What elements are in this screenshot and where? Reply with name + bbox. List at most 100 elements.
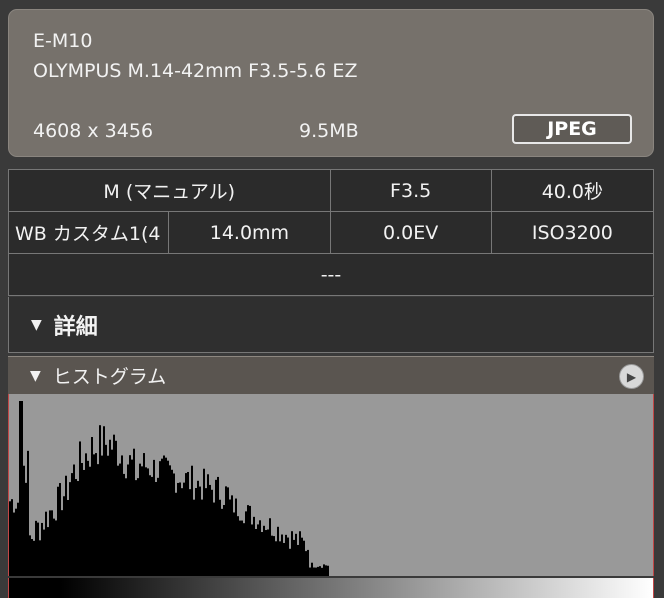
lens-name: OLYMPUS M.14-42mm F3.5-5.6 EZ (33, 60, 358, 82)
histogram-bar (21, 401, 23, 576)
histogram-bar (89, 466, 91, 576)
collapse-triangle-icon: ▼ (31, 316, 42, 333)
histogram-bar (301, 537, 303, 576)
histogram-bar (281, 534, 283, 576)
histogram-bar (319, 566, 321, 576)
histogram-bar (171, 469, 173, 576)
histogram-bar (253, 516, 255, 576)
histogram-bar (273, 536, 275, 576)
histogram-bar (115, 440, 117, 576)
histogram-bar (177, 482, 179, 576)
histogram-area (8, 394, 654, 576)
histogram-bar (131, 459, 133, 576)
histogram-bar (13, 512, 15, 576)
histogram-bar (183, 482, 185, 576)
histogram-bar (69, 482, 71, 576)
shutter-speed: 40.0秒 (541, 181, 604, 203)
histogram-bar (303, 540, 305, 576)
histogram-bar (135, 480, 137, 576)
histogram-bar (87, 460, 89, 576)
histogram-bar (77, 481, 79, 576)
histogram-bar (203, 468, 205, 576)
camera-model: E-M10 (33, 30, 93, 52)
histogram-bar (249, 505, 251, 576)
histogram-bar (255, 528, 257, 576)
histogram-bar (313, 567, 315, 576)
details-section-header[interactable]: ▼ 詳細 (8, 297, 654, 353)
histogram-bar (113, 434, 115, 576)
histogram-bar (291, 531, 293, 576)
histogram-bar (17, 502, 19, 576)
histogram-bar (129, 455, 131, 576)
shooting-mode: M (マニュアル) (9, 170, 331, 211)
histogram-bar (73, 464, 75, 576)
histogram-bar (295, 533, 297, 576)
histogram-chart (9, 401, 329, 576)
histogram-bar (223, 504, 225, 576)
image-resolution: 4608 x 3456 (33, 120, 154, 142)
histogram-bar (257, 524, 259, 576)
exif-row-1: M (マニュアル) F3.5 40.0秒 (9, 170, 653, 212)
histogram-bar (93, 454, 95, 576)
histogram-bar (235, 498, 237, 576)
histogram-bar (81, 462, 83, 576)
histogram-bar (277, 526, 279, 576)
histogram-bar (315, 567, 317, 576)
histogram-bar (229, 499, 231, 576)
histogram-bar (97, 464, 99, 576)
histogram-bar (57, 486, 59, 576)
histogram-bar (25, 482, 27, 576)
histogram-bar (261, 531, 263, 576)
histogram-bar (197, 480, 199, 576)
histogram-bar (233, 512, 235, 576)
histogram-bar (237, 516, 239, 576)
histogram-bar (31, 539, 33, 576)
white-balance: WB カスタム1(4 (9, 212, 170, 253)
histogram-bar (137, 478, 139, 576)
histogram-bar (65, 475, 67, 576)
histogram-bar (19, 401, 21, 576)
play-icon[interactable]: ▶ (619, 364, 644, 389)
histogram-bar (149, 475, 151, 576)
histogram-bars (9, 401, 329, 576)
histogram-bar (283, 542, 285, 576)
histogram-bar (103, 426, 105, 576)
histogram-bar (145, 467, 147, 576)
exposure-compensation: 0.0EV (331, 212, 492, 253)
histogram-bar (219, 499, 221, 576)
histogram-bar (43, 529, 45, 576)
histogram-bar (61, 510, 63, 576)
histogram-bar (207, 474, 209, 576)
histogram-bar (165, 457, 167, 576)
histogram-bar (139, 463, 141, 576)
exif-row-2: WB カスタム1(4 14.0mm 0.0EV ISO3200 (9, 212, 653, 254)
histogram-bar (75, 479, 77, 576)
histogram-section-header[interactable]: ▼ ヒストグラム ▶ (8, 356, 654, 394)
histogram-bar (167, 460, 169, 576)
histogram-bar (151, 476, 153, 576)
histogram-bar (293, 539, 295, 576)
collapse-triangle-icon: ▼ (30, 367, 41, 384)
histogram-bar (241, 520, 243, 576)
format-badge: JPEG (512, 114, 632, 144)
histogram-bar (285, 534, 287, 576)
histogram-bar (37, 522, 39, 576)
histogram-label: ヒストグラム (52, 366, 167, 388)
histogram-bar (221, 508, 223, 576)
histogram-bar (105, 444, 107, 576)
histogram-bar (325, 565, 327, 576)
histogram-bar (23, 465, 25, 576)
histogram-bar (159, 461, 161, 576)
iso-value: ISO3200 (531, 221, 613, 244)
histogram-bar (9, 501, 11, 576)
histogram-bar (323, 564, 325, 576)
histogram-bar (211, 489, 213, 576)
histogram-bar (243, 523, 245, 576)
histogram-bar (157, 477, 159, 576)
histogram-bar (327, 565, 329, 576)
histogram-bar (251, 524, 253, 576)
histogram-bar (95, 453, 97, 576)
histogram-bar (193, 499, 195, 576)
file-size: 9.5MB (299, 120, 359, 142)
histogram-bar (231, 495, 233, 576)
